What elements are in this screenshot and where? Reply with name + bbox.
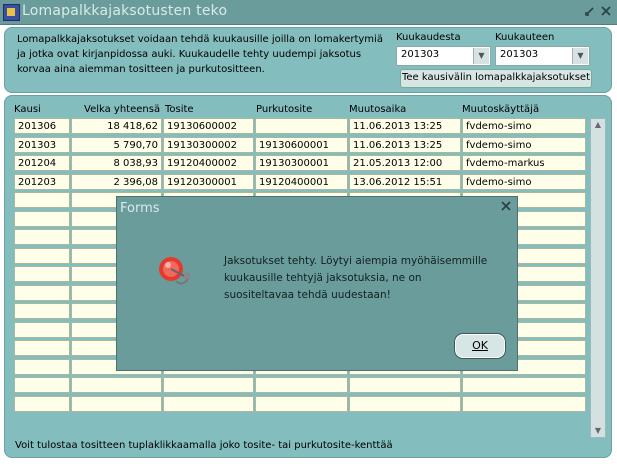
table-cell[interactable]: 201306 — [14, 118, 70, 134]
info-line: Lomapalkkajaksotukset voidaan tehdä kuuk… — [17, 34, 383, 45]
table-cell[interactable]: 201203 — [14, 173, 70, 190]
from-month-label: Kuukaudesta — [396, 32, 461, 43]
column-header: Purkutosite — [256, 104, 313, 115]
table-cell[interactable]: 19120300001 — [163, 173, 254, 190]
table-cell[interactable] — [14, 303, 70, 319]
table-cell[interactable]: fvdemo-simo — [462, 173, 586, 190]
table-cell[interactable] — [14, 229, 70, 245]
table-cell[interactable] — [14, 192, 70, 208]
table-cell[interactable] — [255, 377, 348, 393]
table-cell[interactable] — [255, 118, 348, 134]
table-cell[interactable] — [14, 395, 70, 412]
table-cell[interactable] — [255, 395, 348, 412]
info-line: korvaa aina aiemman tositteen ja purkuto… — [17, 64, 265, 75]
to-month-label: Kuukauteen — [495, 32, 555, 43]
chevron-down-icon[interactable]: ▼ — [473, 48, 489, 64]
table-cell[interactable]: 201204 — [14, 155, 70, 171]
table-cell[interactable]: 18 418,62 — [71, 118, 162, 134]
column-header: Velka yhteensä — [84, 104, 161, 115]
table-cell[interactable] — [349, 377, 461, 393]
table-cell[interactable] — [14, 340, 70, 356]
table-cell[interactable]: 8 038,93 — [71, 155, 162, 171]
table-cell[interactable] — [163, 395, 254, 412]
footer-hint: Voit tulostaa tositteen tuplaklikkaamall… — [15, 440, 393, 451]
table-cell[interactable]: 11.06.2013 13:25 — [349, 136, 461, 153]
scroll-up-icon[interactable]: ▲ — [591, 119, 605, 131]
title-bar[interactable]: Lomapalkkajaksotusten teko — [0, 0, 617, 25]
from-month-select[interactable]: 201303 ▼ — [396, 46, 491, 66]
table-cell[interactable]: 19130300002 — [163, 136, 254, 153]
table-cell[interactable]: 19120400002 — [163, 155, 254, 171]
table-cell[interactable]: fvdemo-simo — [462, 118, 586, 134]
dialog-body: Jaksotukset tehty. Löytyi aiempia myöhäi… — [118, 217, 516, 369]
info-text: Lomapalkkajaksotukset voidaan tehdä kuuk… — [17, 32, 387, 77]
app-icon — [3, 4, 20, 21]
table-cell[interactable]: 21.05.2013 12:00 — [349, 155, 461, 171]
run-accruals-button[interactable]: Tee kausivälin lomapalkkajaksotukset — [400, 69, 592, 88]
table-cell[interactable] — [14, 284, 70, 301]
bell-icon — [156, 253, 196, 293]
table-cell[interactable]: 19130300001 — [255, 155, 348, 171]
table-cell[interactable]: 5 790,70 — [71, 136, 162, 153]
column-header: Muutosaika — [349, 104, 407, 115]
table-cell[interactable] — [71, 377, 162, 393]
table-cell[interactable] — [163, 377, 254, 393]
vertical-scrollbar[interactable]: ▲ ▼ — [590, 118, 606, 438]
table-cell[interactable]: 11.06.2013 13:25 — [349, 118, 461, 134]
ok-button-label: OK — [472, 339, 488, 352]
close-icon[interactable] — [499, 199, 513, 217]
from-month-value: 201303 — [401, 49, 440, 60]
scroll-down-icon[interactable]: ▼ — [591, 425, 605, 437]
table-cell[interactable] — [71, 395, 162, 412]
parameter-panel: Lomapalkkajaksotukset voidaan tehdä kuuk… — [4, 27, 612, 93]
table-cell[interactable]: fvdemo-simo — [462, 136, 586, 153]
table-cell[interactable] — [14, 247, 70, 264]
table-cell[interactable] — [14, 321, 70, 338]
ok-button[interactable]: OK — [454, 333, 506, 359]
column-header: Kausi — [14, 104, 41, 115]
table-cell[interactable] — [14, 266, 70, 282]
info-line: ja jotka ovat kirjanpidossa auki. Kuukau… — [17, 49, 362, 60]
dialog-title: Forms — [120, 201, 160, 216]
chevron-down-icon[interactable]: ▼ — [572, 48, 588, 64]
minimize-icon[interactable] — [583, 4, 597, 18]
table-cell[interactable] — [14, 377, 70, 393]
window-title: Lomapalkkajaksotusten teko — [22, 3, 228, 19]
to-month-select[interactable]: 201303 ▼ — [495, 46, 590, 66]
to-month-value: 201303 — [500, 49, 539, 60]
table-cell[interactable]: 201303 — [14, 136, 70, 153]
table-cell[interactable] — [14, 358, 70, 375]
table-cell[interactable]: 19130600001 — [255, 136, 348, 153]
table-cell[interactable]: 19120400001 — [255, 173, 348, 190]
main-window: Lomapalkkajaksotusten teko Lomapalkkajak… — [0, 0, 617, 467]
table-cell[interactable] — [462, 377, 586, 393]
table-cell[interactable]: fvdemo-markus — [462, 155, 586, 171]
close-icon[interactable] — [599, 4, 613, 18]
table-cell[interactable] — [349, 395, 461, 412]
table-cell[interactable] — [462, 395, 586, 412]
table-cell[interactable] — [14, 210, 70, 227]
column-header: Tosite — [165, 104, 194, 115]
table-cell[interactable]: 13.06.2012 15:51 — [349, 173, 461, 190]
dialog-message: Jaksotukset tehty. Löytyi aiempia myöhäi… — [224, 255, 488, 301]
alert-dialog: Forms Jaksotukset tehty. Löytyi aiempia … — [116, 196, 518, 371]
table-cell[interactable]: 2 396,08 — [71, 173, 162, 190]
table-cell[interactable]: 19130600002 — [163, 118, 254, 134]
column-header: Muutoskäyttäjä — [462, 104, 540, 115]
